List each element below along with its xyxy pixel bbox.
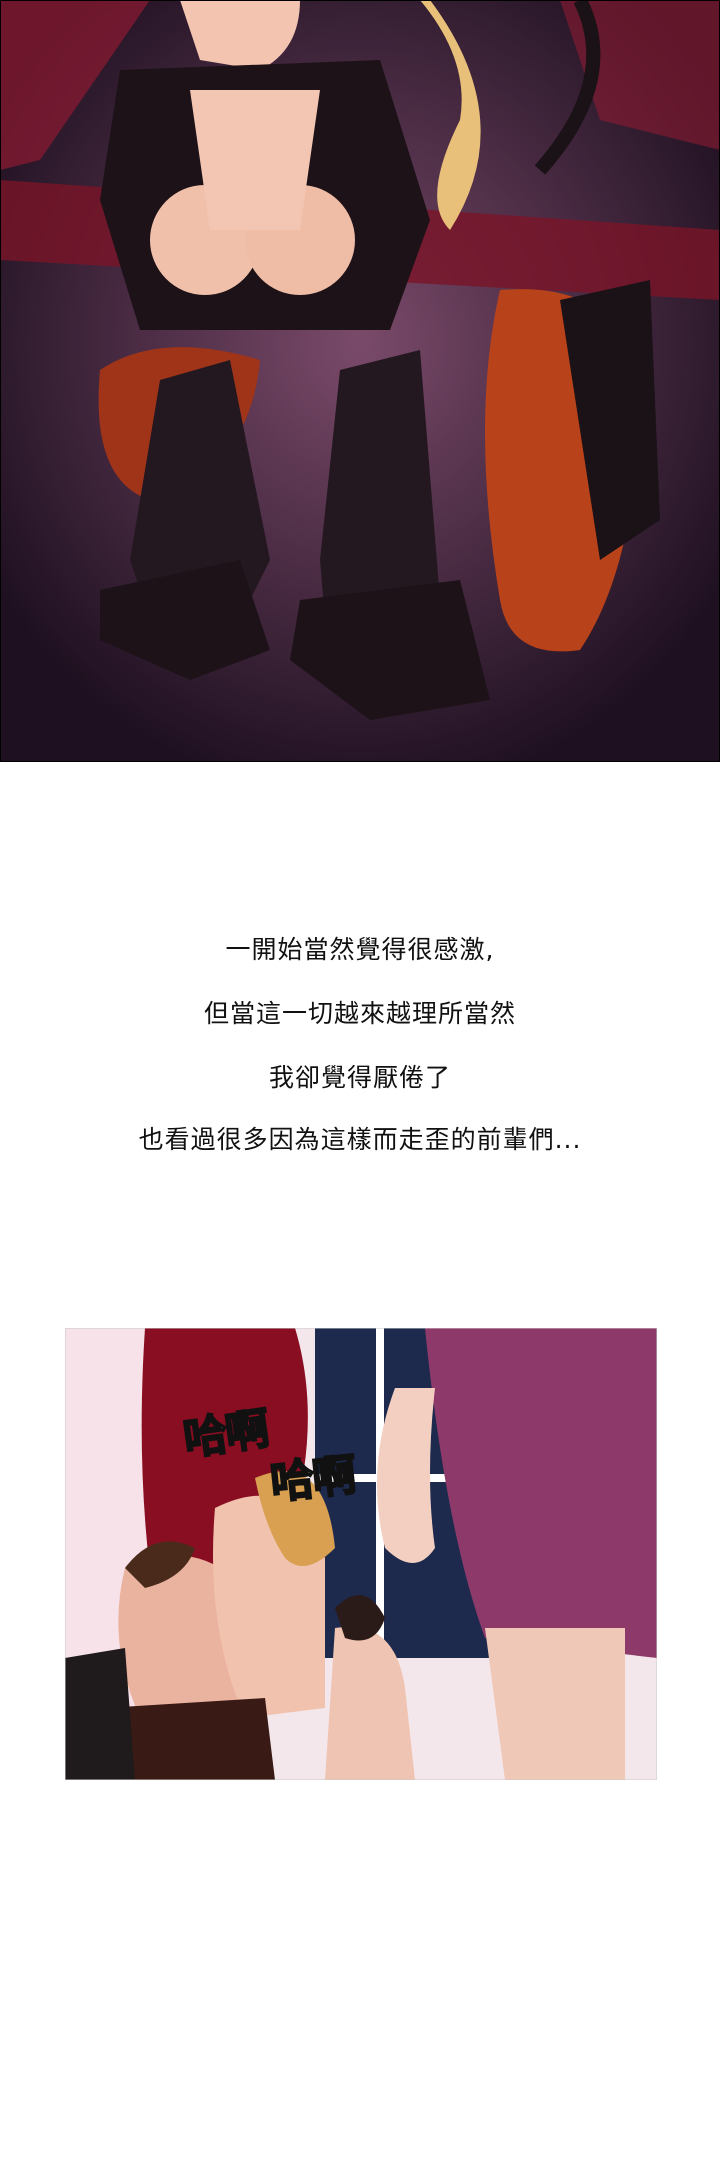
narration-line-4: 也看過很多因為這樣而走歪的前輩們... [138,1125,582,1154]
panel-top-illustration [0,0,720,762]
narration-line-1: 一開始當然覺得很感激, [225,935,495,964]
comic-panel-top [0,0,720,762]
sfx-text-1: 哈啊 [179,1402,271,1466]
narration-line-3: 我卻覺得厭倦了 [268,1063,451,1092]
narration-line-2: 但當這一切越來越理所當然 [203,999,516,1028]
panel-bottom-illustration [65,1328,657,1780]
sfx-text-2: 哈啊 [267,1449,358,1511]
comic-panel-bottom: 哈啊 哈啊 [65,1328,657,1780]
